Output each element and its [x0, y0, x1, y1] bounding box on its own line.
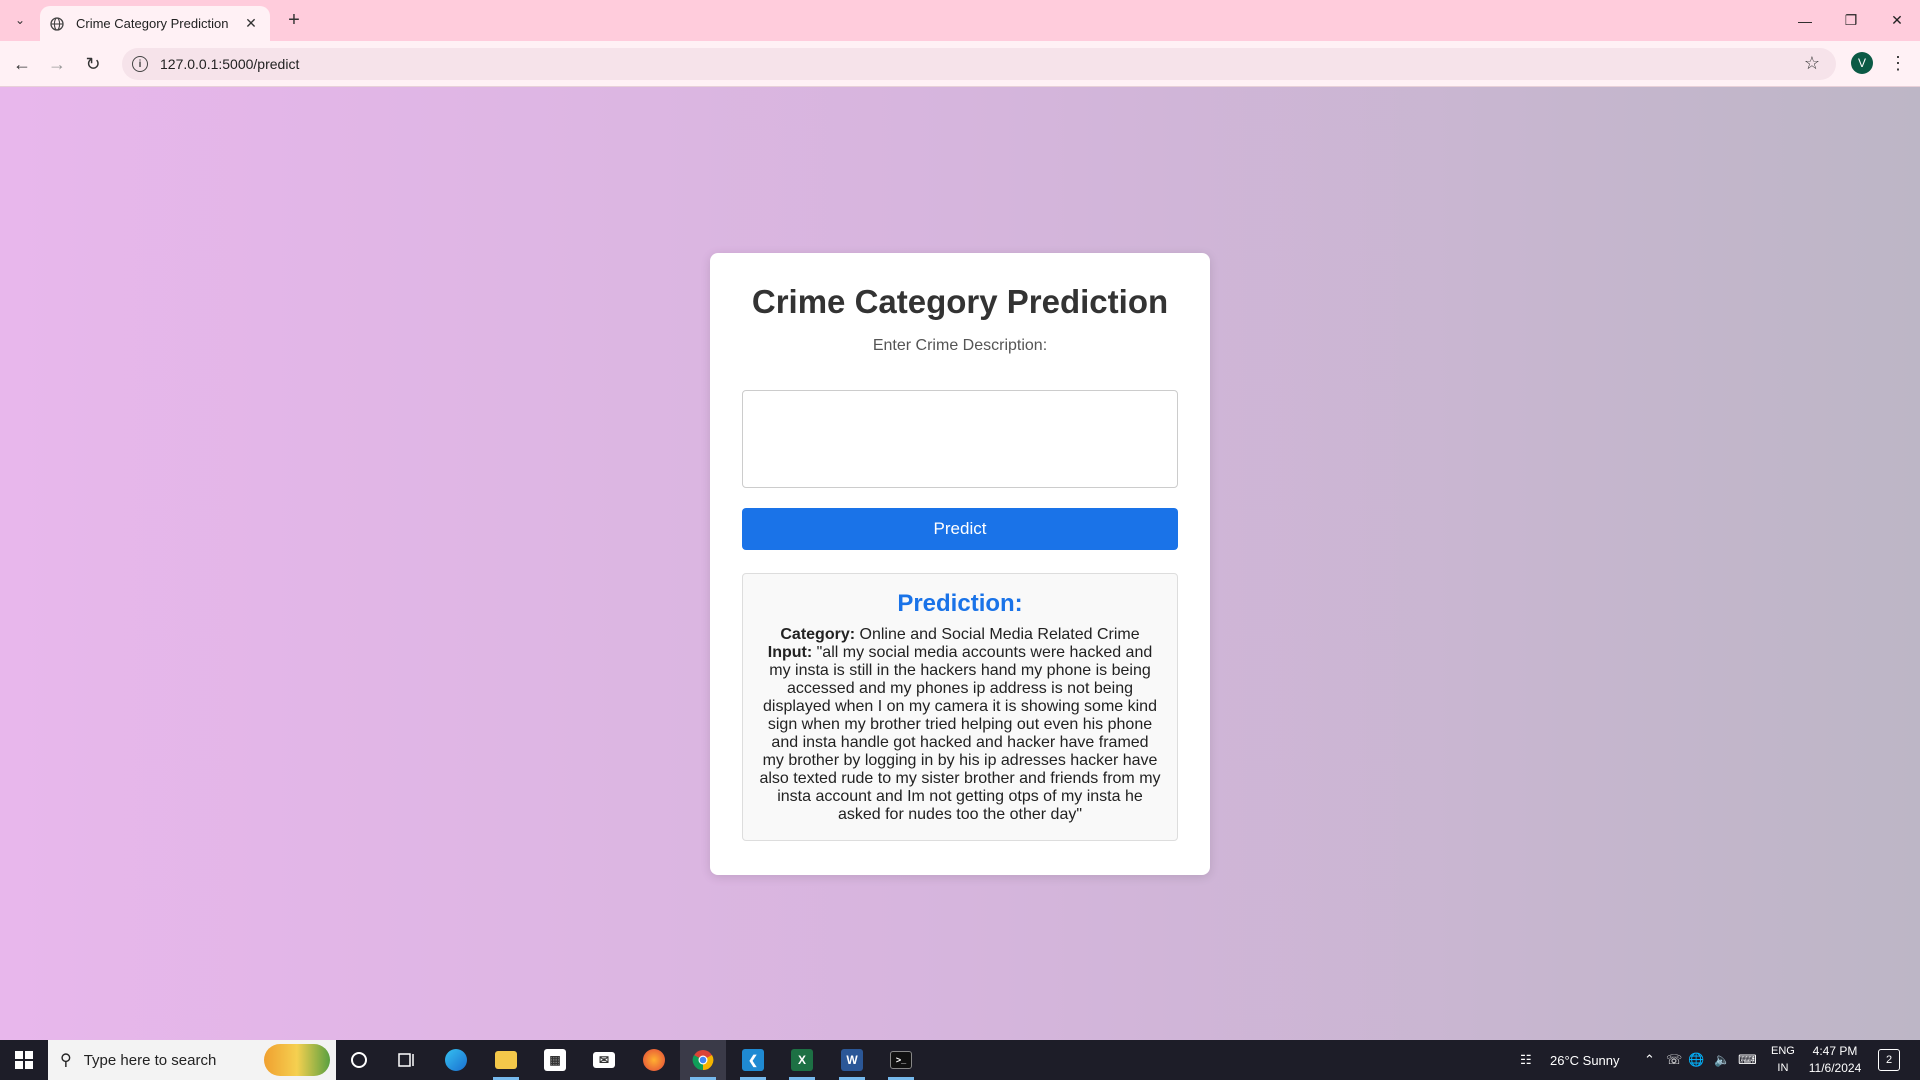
globe-icon	[50, 16, 66, 32]
new-tab-plus-icon[interactable]: +	[282, 8, 306, 32]
language-code: ENG	[1771, 1045, 1795, 1057]
vscode-icon[interactable]: ❮	[730, 1040, 776, 1080]
firefox-icon[interactable]	[631, 1040, 677, 1080]
address-bar[interactable]: i 127.0.0.1:5000/predict ☆	[122, 48, 1836, 80]
browser-toolbar: ← → ↻ i 127.0.0.1:5000/predict ☆	[0, 41, 1920, 87]
meet-now-icon[interactable]: ☏	[1666, 1040, 1682, 1080]
language-indicator[interactable]: ENG IN	[1771, 1043, 1795, 1077]
taskbar: ⚲ Type here to search ▦ ✉ ❮ X W >_ ☷ 26°…	[0, 1040, 1920, 1080]
site-info-icon[interactable]: i	[132, 56, 148, 72]
word-icon[interactable]: W	[829, 1040, 875, 1080]
url-text: 127.0.0.1:5000/predict	[160, 56, 300, 72]
windows-start-icon[interactable]	[0, 1040, 48, 1080]
tray-chevron-up-icon[interactable]: ⌃	[1644, 1040, 1655, 1080]
volume-icon[interactable]: 🔈	[1714, 1040, 1730, 1080]
microsoft-store-icon[interactable]: ▦	[532, 1040, 578, 1080]
back-arrow-icon[interactable]: ←	[8, 50, 36, 78]
category-line: Category: Online and Social Media Relate…	[759, 626, 1161, 644]
terminal-icon[interactable]: >_	[878, 1040, 924, 1080]
network-globe-icon[interactable]: 🌐	[1688, 1040, 1704, 1080]
reload-icon[interactable]: ↻	[79, 50, 107, 78]
prediction-heading: Prediction:	[897, 590, 1023, 617]
page-title: Crime Category Prediction	[751, 283, 1169, 320]
notification-center-icon[interactable]: 2	[1878, 1049, 1900, 1071]
search-highlight-art	[264, 1044, 330, 1076]
window-close-icon[interactable]: ✕	[1874, 0, 1920, 41]
file-explorer-icon[interactable]	[483, 1040, 529, 1080]
system-clock[interactable]: 4:47 PM 11/6/2024	[1800, 1043, 1870, 1077]
region-code: IN	[1777, 1062, 1789, 1074]
clock-date: 11/6/2024	[1808, 1061, 1862, 1075]
input-value: "all my social media accounts were hacke…	[759, 644, 1161, 823]
clock-time: 4:47 PM	[1812, 1044, 1858, 1058]
page-viewport: Crime Category Prediction Enter Crime De…	[0, 87, 1920, 1040]
tab-close-icon[interactable]: ✕	[242, 15, 260, 33]
search-icon: ⚲	[60, 1052, 72, 1069]
cortana-icon[interactable]	[336, 1040, 382, 1080]
tab-search-chevron-icon[interactable]: ⌄	[8, 8, 32, 32]
prediction-result-box: Prediction: Category: Online and Social …	[742, 573, 1178, 841]
excel-icon[interactable]: X	[779, 1040, 825, 1080]
keyboard-icon[interactable]: ⌨	[1738, 1040, 1757, 1080]
browser-tab-bar: ⌄ Crime Category Prediction ✕ + — ❐ ✕	[0, 0, 1920, 41]
input-line: Input: "all my social media accounts wer…	[759, 644, 1161, 824]
minimize-icon[interactable]: —	[1782, 0, 1828, 41]
predict-button[interactable]: Predict	[742, 508, 1178, 550]
taskbar-search-box[interactable]: ⚲ Type here to search	[48, 1040, 336, 1080]
chrome-icon[interactable]	[680, 1040, 726, 1080]
search-placeholder: Type here to search	[83, 1051, 217, 1069]
tab-title: Crime Category Prediction	[76, 16, 229, 31]
forward-arrow-icon[interactable]: →	[43, 50, 71, 78]
edge-icon[interactable]	[433, 1040, 479, 1080]
weather-icon[interactable]: ☷	[1520, 1040, 1532, 1080]
browser-menu-icon[interactable]: ⋮	[1888, 50, 1908, 76]
profile-avatar[interactable]: V	[1851, 52, 1873, 74]
task-view-icon[interactable]	[384, 1040, 430, 1080]
input-label: Input:	[767, 644, 813, 661]
crime-description-input[interactable]	[742, 390, 1178, 488]
prediction-card: Crime Category Prediction Enter Crime De…	[710, 253, 1210, 875]
category-label: Category:	[780, 626, 856, 643]
bookmark-star-icon[interactable]: ☆	[1804, 53, 1820, 74]
weather-text[interactable]: 26°C Sunny	[1550, 1040, 1620, 1080]
description-label: Enter Crime Description:	[872, 337, 1048, 354]
category-value: Online and Social Media Related Crime	[859, 626, 1140, 643]
browser-tab[interactable]: Crime Category Prediction ✕	[40, 6, 270, 41]
restore-icon[interactable]: ❐	[1828, 0, 1874, 41]
mail-icon[interactable]: ✉	[581, 1040, 627, 1080]
